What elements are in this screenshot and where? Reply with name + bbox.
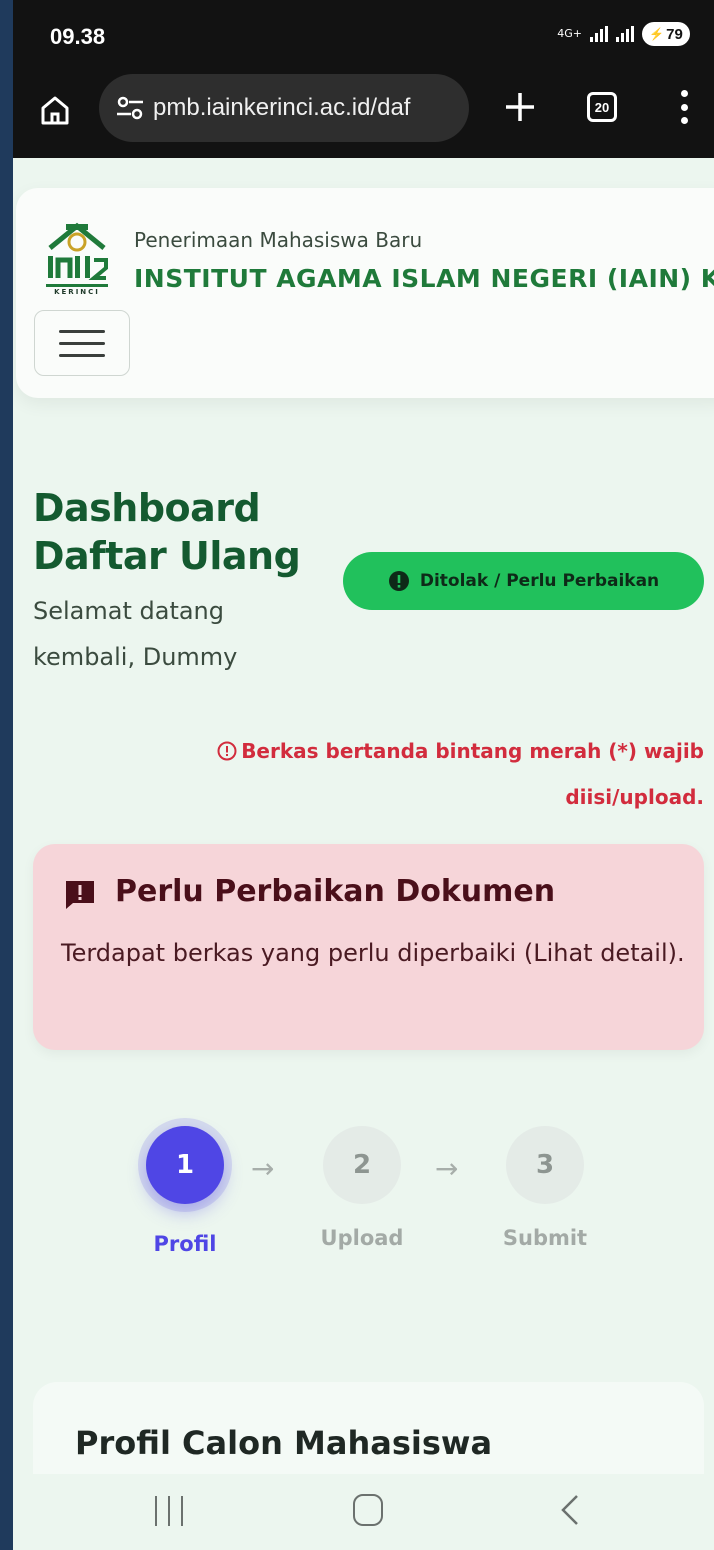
recent-apps-icon[interactable]	[155, 1496, 183, 1526]
revision-alert: Perlu Perbaikan Dokumen Terdapat berkas …	[33, 844, 704, 1050]
step-arrow-icon: →	[251, 1152, 275, 1185]
new-tab-icon[interactable]	[497, 84, 543, 130]
required-files-note: Berkas bertanda bintang merah (*) wajib …	[144, 728, 704, 820]
step-2-label[interactable]: Upload	[292, 1226, 432, 1250]
home-nav-icon[interactable]	[353, 1494, 383, 1526]
more-menu-icon[interactable]	[677, 90, 691, 124]
alert-text[interactable]: Terdapat berkas yang perlu diperbaiki (L…	[61, 930, 691, 976]
battery-level: 79	[666, 25, 683, 43]
signal-icon	[590, 26, 608, 42]
back-icon[interactable]	[555, 1492, 585, 1528]
step-1-label[interactable]: Profil	[115, 1232, 255, 1256]
battery-charging-icon: ⚡	[649, 27, 665, 41]
site-header: KERINCI Penerimaan Mahasiswa Baru INSTIT…	[16, 188, 714, 398]
tab-switcher-button[interactable]: 20	[587, 92, 617, 122]
page-title: Dashboard Daftar Ulang	[33, 484, 333, 580]
home-icon[interactable]	[35, 90, 75, 130]
step-3-circle[interactable]: 3	[506, 1126, 584, 1204]
alert-title: Perlu Perbaikan Dokumen	[115, 874, 556, 909]
status-time: 09.38	[50, 24, 106, 49]
step-3-label[interactable]: Submit	[475, 1226, 615, 1250]
step-1-circle[interactable]: 1	[146, 1126, 224, 1204]
iain-logo: KERINCI	[46, 222, 108, 296]
signal-icon-2	[616, 26, 634, 42]
chat-alert-icon	[66, 881, 94, 909]
step-2-circle[interactable]: 2	[323, 1126, 401, 1204]
url-bar[interactable]: pmb.iainkerinci.ac.id/daf	[99, 74, 469, 142]
required-files-note-text: Berkas bertanda bintang merah (*) wajib …	[241, 739, 704, 809]
page-title-text: Dashboard Daftar Ulang	[33, 486, 301, 578]
step-arrow-icon: →	[435, 1152, 459, 1185]
header-subtitle: Penerimaan Mahasiswa Baru	[134, 228, 423, 252]
info-circle-icon	[217, 741, 237, 761]
network-label: 4G+	[557, 27, 582, 40]
url-text: pmb.iainkerinci.ac.id/daf	[153, 94, 411, 121]
welcome-text: Selamat datang kembali, Dummy	[33, 597, 238, 671]
status-icons: 4G+ ⚡ 79	[557, 22, 690, 46]
browser-toolbar: pmb.iainkerinci.ac.id/daf 20	[13, 72, 714, 158]
status-badge-label: Ditolak / Perlu Perbaikan	[419, 571, 660, 591]
site-settings-icon[interactable]	[115, 94, 145, 122]
header-title: INSTITUT AGAMA ISLAM NEGERI (IAIN) KERIN…	[134, 264, 714, 293]
status-bar: 09.38 4G+ ⚡ 79	[13, 0, 714, 72]
svg-text:KERINCI: KERINCI	[54, 288, 100, 296]
battery-icon: ⚡ 79	[642, 22, 690, 46]
phone-screen: 09.38 4G+ ⚡ 79 pmb.iainkerinci.ac.id/daf…	[13, 0, 714, 1550]
status-badge: Ditolak / Perlu Perbaikan	[343, 552, 704, 610]
alert-circle-icon	[388, 571, 409, 591]
profile-title: Profil Calon Mahasiswa	[75, 1424, 493, 1462]
system-nav-bar	[13, 1474, 714, 1550]
hamburger-menu-button[interactable]	[34, 310, 130, 376]
